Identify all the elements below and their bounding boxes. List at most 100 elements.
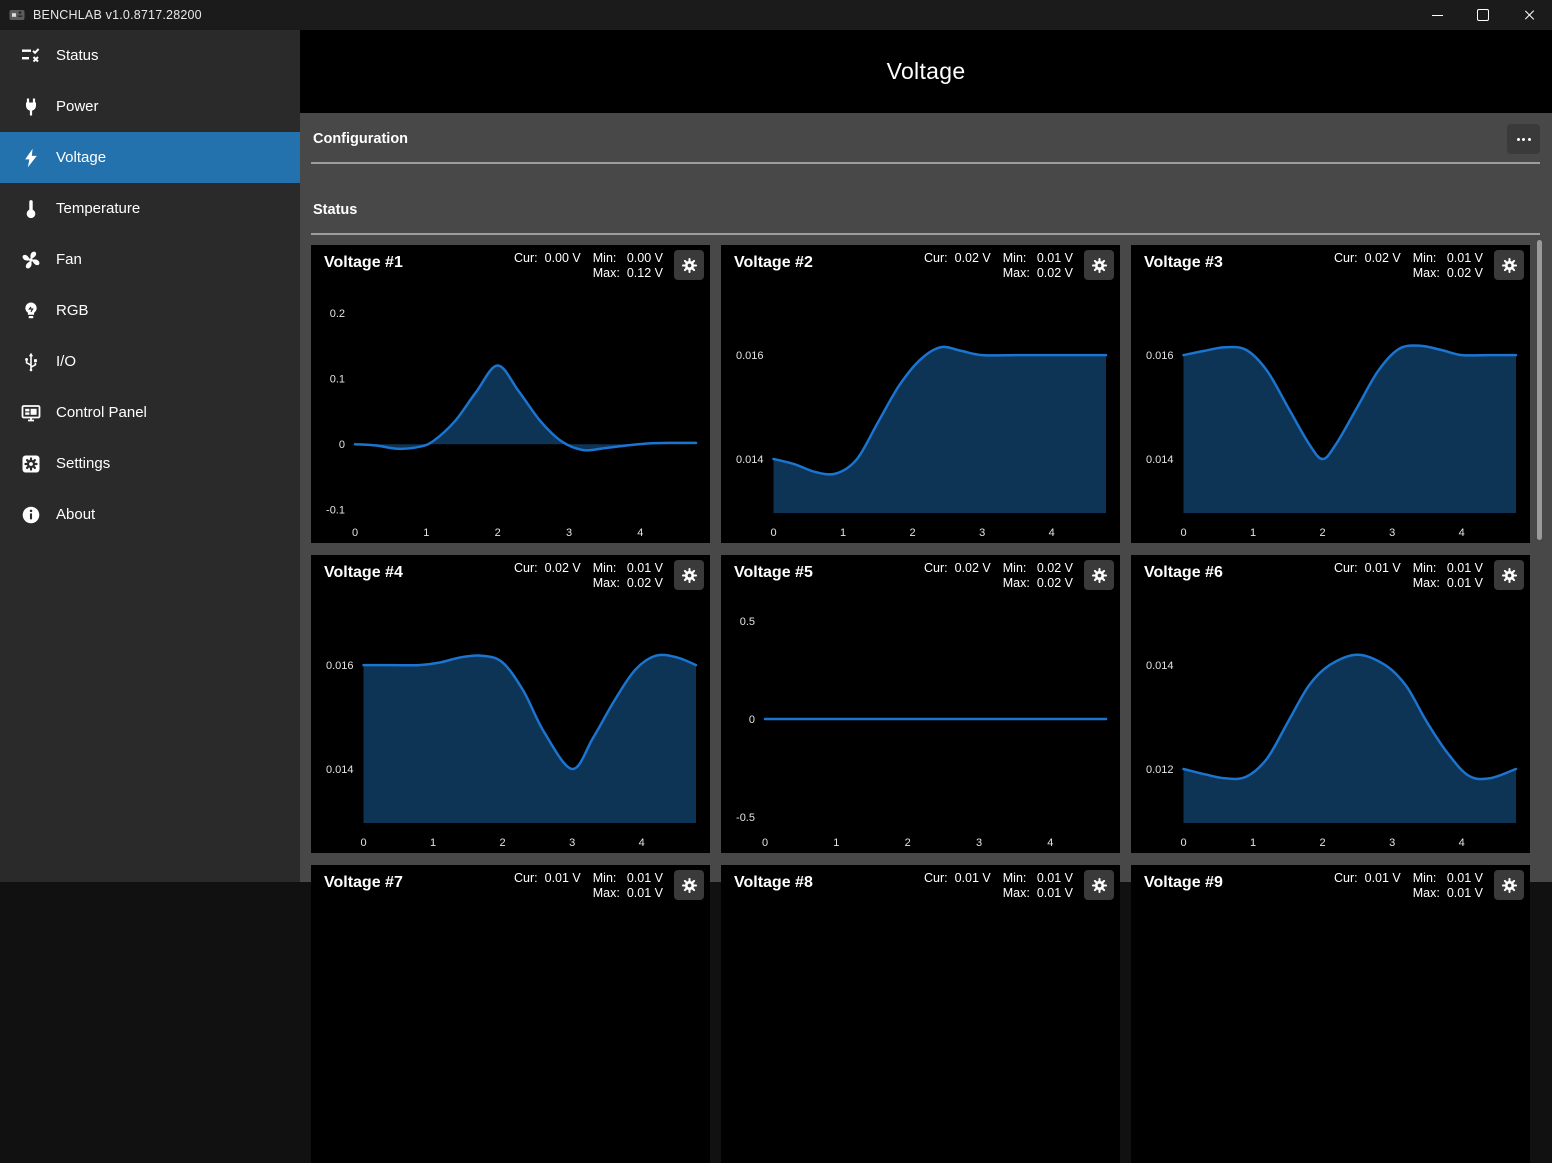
cur-label: Cur: <box>514 871 538 901</box>
cur-label: Cur: <box>1334 871 1358 901</box>
chart-settings-button[interactable] <box>1494 870 1524 900</box>
sidebar-item-label: About <box>56 506 95 523</box>
max-value: 0.12 V <box>627 266 663 281</box>
close-button[interactable] <box>1506 0 1552 30</box>
chart-title: Voltage #2 <box>734 254 813 272</box>
temperature-icon <box>21 199 41 219</box>
sidebar-item-status[interactable]: Status <box>0 30 300 81</box>
minimize-icon <box>1432 15 1443 16</box>
max-label: Max: <box>593 576 620 591</box>
sidebar-item-rgb[interactable]: RGB <box>0 285 300 336</box>
chart-title: Voltage #1 <box>324 254 403 272</box>
chart-title: Voltage #8 <box>734 874 813 892</box>
voltage-area-chart: 0.0160.01401234 <box>311 555 710 853</box>
chart-settings-button[interactable] <box>1494 560 1524 590</box>
svg-text:0: 0 <box>770 527 776 539</box>
sidebar-item-fan[interactable]: Fan <box>0 234 300 285</box>
gear-icon <box>681 567 698 584</box>
min-value: 0.01 V <box>1037 251 1073 266</box>
sidebar-item-about[interactable]: About <box>0 489 300 540</box>
svg-text:0: 0 <box>339 439 345 451</box>
sidebar-item-label: Power <box>56 98 99 115</box>
chart-settings-button[interactable] <box>674 560 704 590</box>
max-value: 0.01 V <box>1447 576 1483 591</box>
min-label: Min: <box>593 251 620 266</box>
chart-settings-button[interactable] <box>1084 250 1114 280</box>
min-value: 0.01 V <box>1037 871 1073 886</box>
window-title: BENCHLAB v1.0.8717.28200 <box>33 8 202 22</box>
chart-title: Voltage #5 <box>734 564 813 582</box>
max-value: 0.02 V <box>627 576 663 591</box>
chart-settings-button[interactable] <box>1494 250 1524 280</box>
more-options-button[interactable] <box>1507 124 1540 154</box>
svg-text:1: 1 <box>430 837 436 849</box>
svg-text:3: 3 <box>976 837 982 849</box>
minimize-button[interactable] <box>1414 0 1460 30</box>
status-section-header: Status <box>311 195 1540 225</box>
cur-value: 0.01 V <box>955 871 991 901</box>
svg-text:-0.5: -0.5 <box>736 812 755 824</box>
cur-label: Cur: <box>514 251 538 281</box>
chart-stats: Cur: 0.01 V Min: 0.01 V Max: 0.01 V <box>1334 871 1483 901</box>
sidebar-item-label: Status <box>56 47 99 64</box>
voltage-chart-card: 0.50-0.501234 Voltage #5 Cur: 0.02 V Min… <box>721 555 1120 853</box>
min-label: Min: <box>1413 251 1440 266</box>
max-label: Max: <box>1003 266 1030 281</box>
settings-icon <box>21 454 41 474</box>
svg-text:4: 4 <box>1049 527 1055 539</box>
chart-stats: Cur: 0.02 V Min: 0.01 V Max: 0.02 V <box>1334 251 1483 281</box>
svg-text:4: 4 <box>1459 837 1465 849</box>
sidebar-item-label: Voltage <box>56 149 106 166</box>
sidebar-item-control-panel[interactable]: Control Panel <box>0 387 300 438</box>
status-icon <box>21 46 41 66</box>
sidebar-item-temperature[interactable]: Temperature <box>0 183 300 234</box>
svg-text:2: 2 <box>1320 527 1326 539</box>
svg-text:2: 2 <box>905 837 911 849</box>
voltage-chart-card: 0.20.10-0.101234 Voltage #1 Cur: 0.00 V … <box>311 245 710 543</box>
svg-text:2: 2 <box>910 527 916 539</box>
cur-value: 0.02 V <box>1365 251 1401 281</box>
control-panel-icon <box>21 403 41 423</box>
voltage-chart-card: 0.0160.01401234 Voltage #2 Cur: 0.02 V M… <box>721 245 1120 543</box>
voltage-chart-card: 0.0160.01401234 Voltage #3 Cur: 0.02 V M… <box>1131 245 1530 543</box>
min-label: Min: <box>593 561 620 576</box>
svg-text:4: 4 <box>1459 527 1465 539</box>
max-label: Max: <box>1413 576 1440 591</box>
rgb-icon <box>21 301 41 321</box>
cur-value: 0.00 V <box>545 251 581 281</box>
sidebar-item-power[interactable]: Power <box>0 81 300 132</box>
sidebar: Status Power Voltage Temperature Fan RGB… <box>0 30 300 882</box>
chart-grid: 0.20.10-0.101234 Voltage #1 Cur: 0.00 V … <box>311 245 1530 1163</box>
svg-text:1: 1 <box>1250 837 1256 849</box>
sidebar-item-i-o[interactable]: I/O <box>0 336 300 387</box>
chart-settings-button[interactable] <box>674 870 704 900</box>
chart-settings-button[interactable] <box>1084 870 1114 900</box>
chart-stats: Cur: 0.01 V Min: 0.01 V Max: 0.01 V <box>1334 561 1483 591</box>
svg-text:0: 0 <box>360 837 366 849</box>
max-value: 0.01 V <box>1037 886 1073 901</box>
configuration-heading: Configuration <box>311 131 408 147</box>
cur-label: Cur: <box>924 561 948 591</box>
cur-label: Cur: <box>1334 561 1358 591</box>
chart-settings-button[interactable] <box>1084 560 1114 590</box>
divider <box>311 162 1540 164</box>
chart-title: Voltage #3 <box>1144 254 1223 272</box>
vertical-scrollbar[interactable] <box>1537 240 1542 540</box>
svg-text:1: 1 <box>423 527 429 539</box>
maximize-button[interactable] <box>1460 0 1506 30</box>
cur-value: 0.02 V <box>955 251 991 281</box>
svg-text:0.016: 0.016 <box>1146 350 1174 362</box>
svg-text:0: 0 <box>1180 527 1186 539</box>
svg-text:0.016: 0.016 <box>326 660 354 672</box>
page-title: Voltage <box>887 58 966 85</box>
gear-icon <box>1501 257 1518 274</box>
sidebar-item-settings[interactable]: Settings <box>0 438 300 489</box>
voltage-area-chart: 0.0160.01401234 <box>721 245 1120 543</box>
voltage-area-chart: 0.50-0.501234 <box>721 555 1120 853</box>
sidebar-item-voltage[interactable]: Voltage <box>0 132 300 183</box>
svg-text:0.5: 0.5 <box>740 616 755 628</box>
title-bar: BENCHLAB v1.0.8717.28200 <box>0 0 1552 30</box>
gear-icon <box>1091 567 1108 584</box>
chart-stats: Cur: 0.02 V Min: 0.01 V Max: 0.02 V <box>924 251 1073 281</box>
chart-settings-button[interactable] <box>674 250 704 280</box>
